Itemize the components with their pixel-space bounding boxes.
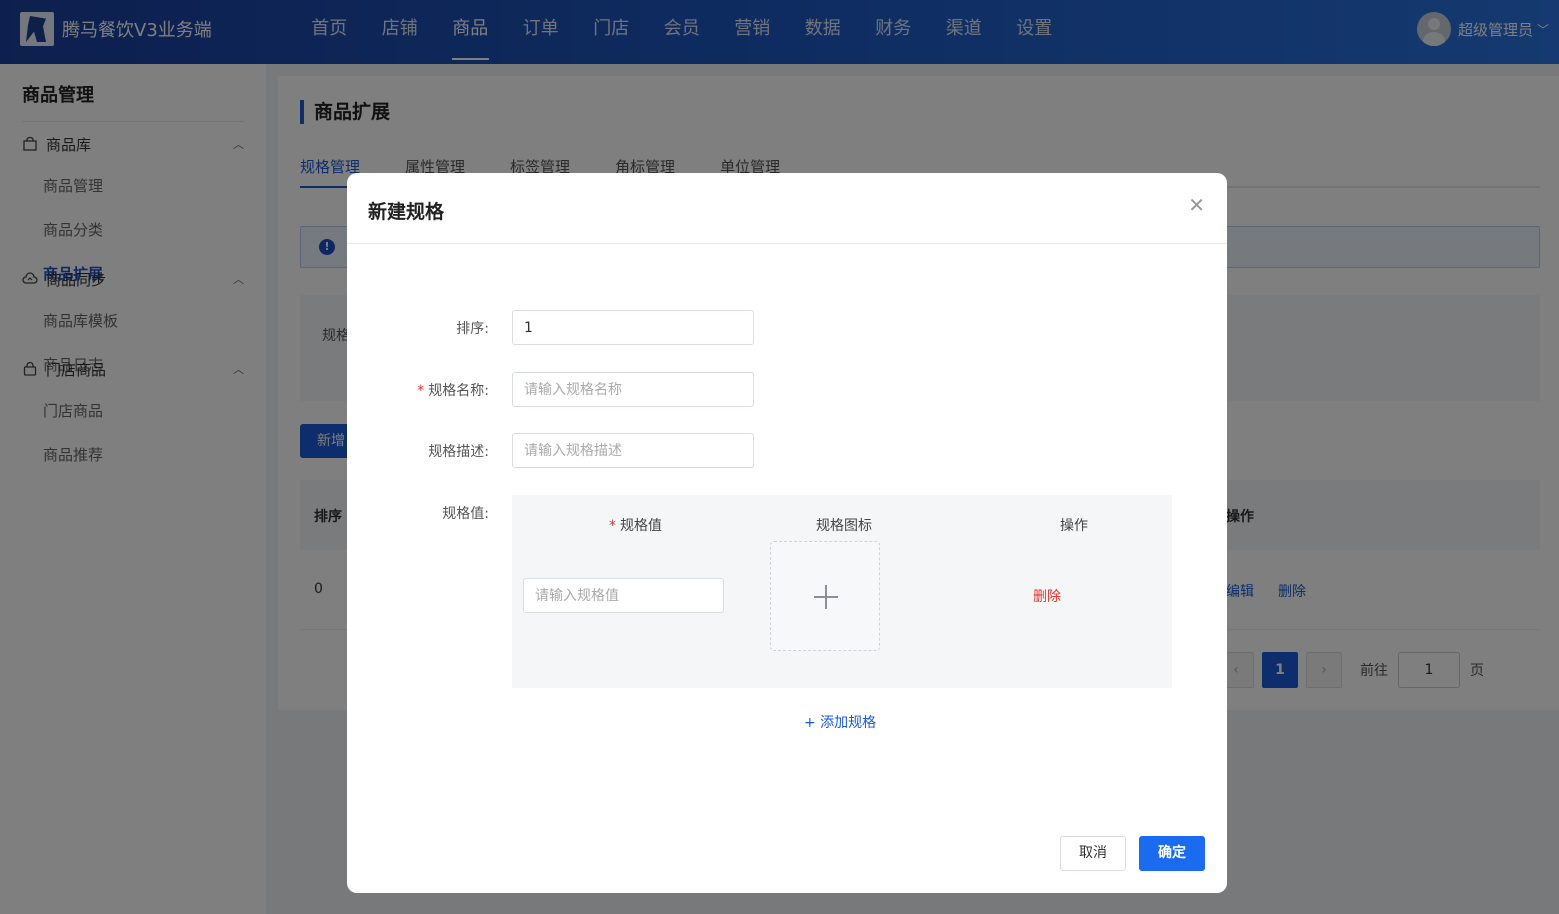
spec-desc-row: 规格描述: — [347, 433, 1227, 468]
spec-desc-label: 规格描述: — [428, 444, 489, 460]
close-icon[interactable]: ✕ — [1188, 195, 1205, 215]
delete-spec-value-link[interactable]: 删除 — [1033, 586, 1061, 606]
new-spec-dialog: 新建规格 ✕ 排序: *规格名称: 规格描述: 规格值: *规格值 规格图标 操… — [347, 173, 1227, 893]
confirm-button[interactable]: 确定 — [1139, 836, 1205, 871]
sort-label: 排序: — [456, 321, 489, 337]
spec-value-input[interactable] — [523, 578, 724, 613]
column-header-spec-icon: 规格图标 — [816, 518, 872, 534]
required-mark: * — [609, 518, 616, 534]
upload-icon-plus-icon[interactable] — [770, 541, 880, 651]
sort-input[interactable] — [512, 310, 754, 345]
dialog-divider — [347, 243, 1227, 244]
spec-values-label: 规格值: — [442, 506, 489, 522]
spec-name-input[interactable] — [512, 372, 754, 407]
spec-name-label: * 规格名称: — [417, 380, 489, 400]
required-mark: * — [417, 383, 425, 399]
column-header-action: 操作 — [1060, 518, 1088, 534]
dialog-title: 新建规格 — [368, 201, 445, 223]
spec-values-table: *规格值 规格图标 操作 删除 — [512, 495, 1172, 688]
sort-row: 排序: — [347, 310, 1227, 345]
add-spec-link[interactable]: + 添加规格 — [804, 712, 876, 732]
column-header-spec-value-text: 规格值 — [620, 518, 662, 534]
spec-name-row: * 规格名称: — [347, 372, 1227, 407]
column-header-spec-value: * 规格值 — [609, 515, 662, 535]
spec-desc-input[interactable] — [512, 433, 754, 468]
cancel-button[interactable]: 取消 — [1060, 836, 1126, 871]
spec-name-label-text: 规格名称: — [428, 383, 489, 399]
